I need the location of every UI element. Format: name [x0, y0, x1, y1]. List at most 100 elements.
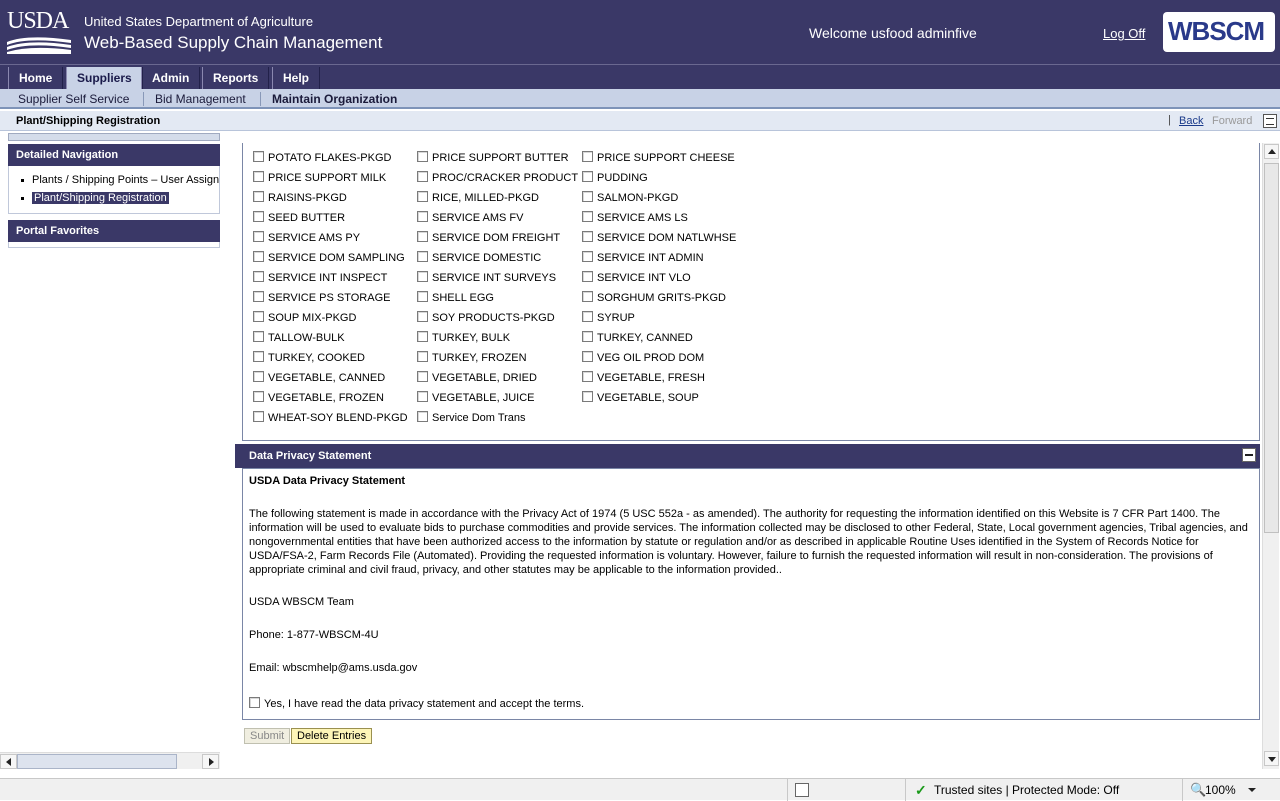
- commodity-checkbox-item[interactable]: RICE, MILLED-PKGD: [417, 191, 539, 204]
- logoff-link[interactable]: Log Off: [1103, 26, 1145, 41]
- page-menu-icon[interactable]: [1263, 114, 1277, 128]
- commodity-checkbox[interactable]: [417, 231, 428, 242]
- commodity-checkbox-item[interactable]: WHEAT-SOY BLEND-PKGD: [253, 411, 408, 424]
- commodity-checkbox[interactable]: [253, 311, 264, 322]
- commodity-checkbox[interactable]: [582, 191, 593, 202]
- commodity-checkbox[interactable]: [582, 351, 593, 362]
- commodity-checkbox[interactable]: [417, 191, 428, 202]
- commodity-checkbox[interactable]: [417, 271, 428, 282]
- commodity-checkbox-item[interactable]: SERVICE DOM SAMPLING: [253, 251, 405, 264]
- back-link[interactable]: Back: [1179, 115, 1203, 127]
- zoom-dropdown-icon[interactable]: [1248, 788, 1256, 792]
- commodity-checkbox-item[interactable]: TURKEY, COOKED: [253, 351, 365, 364]
- commodity-checkbox-item[interactable]: SERVICE INT SURVEYS: [417, 271, 556, 284]
- commodity-checkbox[interactable]: [253, 191, 264, 202]
- commodity-checkbox[interactable]: [417, 351, 428, 362]
- security-zone[interactable]: Trusted sites | Protected Mode: Off: [934, 783, 1119, 797]
- commodity-checkbox-item[interactable]: SERVICE INT VLO: [582, 271, 691, 284]
- commodity-checkbox-item[interactable]: SOUP MIX-PKGD: [253, 311, 356, 324]
- commodity-checkbox[interactable]: [253, 291, 264, 302]
- commodity-checkbox-item[interactable]: SERVICE DOM FREIGHT: [417, 231, 560, 244]
- commodity-checkbox[interactable]: [582, 211, 593, 222]
- commodity-checkbox-item[interactable]: PRICE SUPPORT BUTTER: [417, 151, 569, 164]
- commodity-checkbox-item[interactable]: VEGETABLE, DRIED: [417, 371, 537, 384]
- scroll-down-button[interactable]: [1264, 751, 1279, 766]
- tab-home[interactable]: Home: [8, 67, 64, 89]
- commodity-checkbox[interactable]: [582, 371, 593, 382]
- commodity-checkbox[interactable]: [253, 371, 264, 382]
- commodity-checkbox-item[interactable]: VEGETABLE, SOUP: [582, 391, 699, 404]
- commodity-checkbox-item[interactable]: POTATO FLAKES-PKGD: [253, 151, 391, 164]
- commodity-checkbox-item[interactable]: VEGETABLE, FROZEN: [253, 391, 384, 404]
- commodity-checkbox[interactable]: [253, 251, 264, 262]
- commodity-checkbox-item[interactable]: SERVICE INT INSPECT: [253, 271, 387, 284]
- commodity-checkbox[interactable]: [417, 251, 428, 262]
- tab-suppliers[interactable]: Suppliers: [66, 67, 143, 89]
- commodity-checkbox[interactable]: [253, 271, 264, 282]
- commodity-checkbox-item[interactable]: VEGETABLE, FRESH: [582, 371, 705, 384]
- commodity-checkbox[interactable]: [417, 151, 428, 162]
- commodity-checkbox[interactable]: [253, 211, 264, 222]
- commodity-checkbox-item[interactable]: TURKEY, BULK: [417, 331, 510, 344]
- vertical-scrollbar[interactable]: [1262, 143, 1279, 769]
- commodity-checkbox-item[interactable]: TURKEY, FROZEN: [417, 351, 527, 364]
- commodity-checkbox[interactable]: [417, 391, 428, 402]
- commodity-checkbox-item[interactable]: RAISINS-PKGD: [253, 191, 347, 204]
- commodity-checkbox-item[interactable]: PRICE SUPPORT MILK: [253, 171, 386, 184]
- commodity-checkbox[interactable]: [417, 331, 428, 342]
- commodity-checkbox[interactable]: [253, 231, 264, 242]
- subnav-supplier-self-service[interactable]: Supplier Self Service: [18, 92, 129, 106]
- commodity-checkbox[interactable]: [417, 371, 428, 382]
- nav-item-plants-user-assignment[interactable]: Plants / Shipping Points – User Assignme…: [21, 174, 219, 186]
- commodity-checkbox-item[interactable]: SERVICE PS STORAGE: [253, 291, 390, 304]
- commodity-checkbox-item[interactable]: SERVICE AMS PY: [253, 231, 360, 244]
- privacy-accept-checkbox[interactable]: [249, 697, 260, 708]
- commodity-checkbox-item[interactable]: SOY PRODUCTS-PKGD: [417, 311, 555, 324]
- commodity-checkbox-item[interactable]: SERVICE AMS LS: [582, 211, 688, 224]
- commodity-checkbox[interactable]: [253, 171, 264, 182]
- commodity-checkbox-item[interactable]: VEGETABLE, CANNED: [253, 371, 385, 384]
- submit-button[interactable]: Submit: [244, 728, 291, 744]
- scroll-up-button[interactable]: [1264, 144, 1279, 159]
- commodity-checkbox-item[interactable]: TALLOW-BULK: [253, 331, 345, 344]
- commodity-checkbox[interactable]: [417, 291, 428, 302]
- commodity-checkbox[interactable]: [582, 251, 593, 262]
- commodity-checkbox-item[interactable]: Service Dom Trans: [417, 411, 526, 424]
- subnav-maintain-organization[interactable]: Maintain Organization: [272, 92, 397, 106]
- commodity-checkbox-item[interactable]: SYRUP: [582, 311, 635, 324]
- commodity-checkbox[interactable]: [582, 231, 593, 242]
- collapse-icon[interactable]: [1242, 448, 1256, 462]
- subnav-bid-management[interactable]: Bid Management: [155, 92, 246, 106]
- horizontal-scrollbar[interactable]: [0, 752, 220, 769]
- commodity-checkbox[interactable]: [582, 391, 593, 402]
- commodity-checkbox[interactable]: [582, 311, 593, 322]
- commodity-checkbox-item[interactable]: SERVICE INT ADMIN: [582, 251, 704, 264]
- scroll-right-button[interactable]: [202, 754, 219, 769]
- privacy-accept-row[interactable]: Yes, I have read the data privacy statem…: [249, 697, 584, 710]
- commodity-checkbox-item[interactable]: SERVICE DOM NATLWHSE: [582, 231, 736, 244]
- scroll-left-button[interactable]: [0, 754, 17, 769]
- commodity-checkbox-item[interactable]: SERVICE AMS FV: [417, 211, 524, 224]
- commodity-checkbox-item[interactable]: VEGETABLE, JUICE: [417, 391, 535, 404]
- zoom-level[interactable]: 100%: [1205, 783, 1236, 797]
- commodity-checkbox-item[interactable]: TURKEY, CANNED: [582, 331, 693, 344]
- commodity-checkbox[interactable]: [417, 211, 428, 222]
- portal-favorites-heading[interactable]: Portal Favorites: [8, 220, 220, 242]
- commodity-checkbox[interactable]: [582, 171, 593, 182]
- nav-item-plant-shipping-registration[interactable]: Plant/Shipping Registration: [21, 192, 219, 204]
- commodity-checkbox[interactable]: [253, 351, 264, 362]
- horizontal-scrollbar-thumb[interactable]: [17, 754, 177, 769]
- commodity-checkbox-item[interactable]: PRICE SUPPORT CHEESE: [582, 151, 735, 164]
- tab-admin[interactable]: Admin: [141, 67, 201, 89]
- commodity-checkbox[interactable]: [417, 311, 428, 322]
- commodity-checkbox[interactable]: [582, 331, 593, 342]
- commodity-checkbox[interactable]: [582, 151, 593, 162]
- tab-reports[interactable]: Reports: [202, 67, 270, 89]
- commodity-checkbox[interactable]: [417, 411, 428, 422]
- commodity-checkbox-item[interactable]: SALMON-PKGD: [582, 191, 678, 204]
- commodity-checkbox-item[interactable]: PROC/CRACKER PRODUCT: [417, 171, 578, 184]
- commodity-checkbox-item[interactable]: SORGHUM GRITS-PKGD: [582, 291, 726, 304]
- commodity-checkbox-item[interactable]: PUDDING: [582, 171, 648, 184]
- commodity-checkbox-item[interactable]: VEG OIL PROD DOM: [582, 351, 704, 364]
- delete-entries-button[interactable]: Delete Entries: [291, 728, 373, 744]
